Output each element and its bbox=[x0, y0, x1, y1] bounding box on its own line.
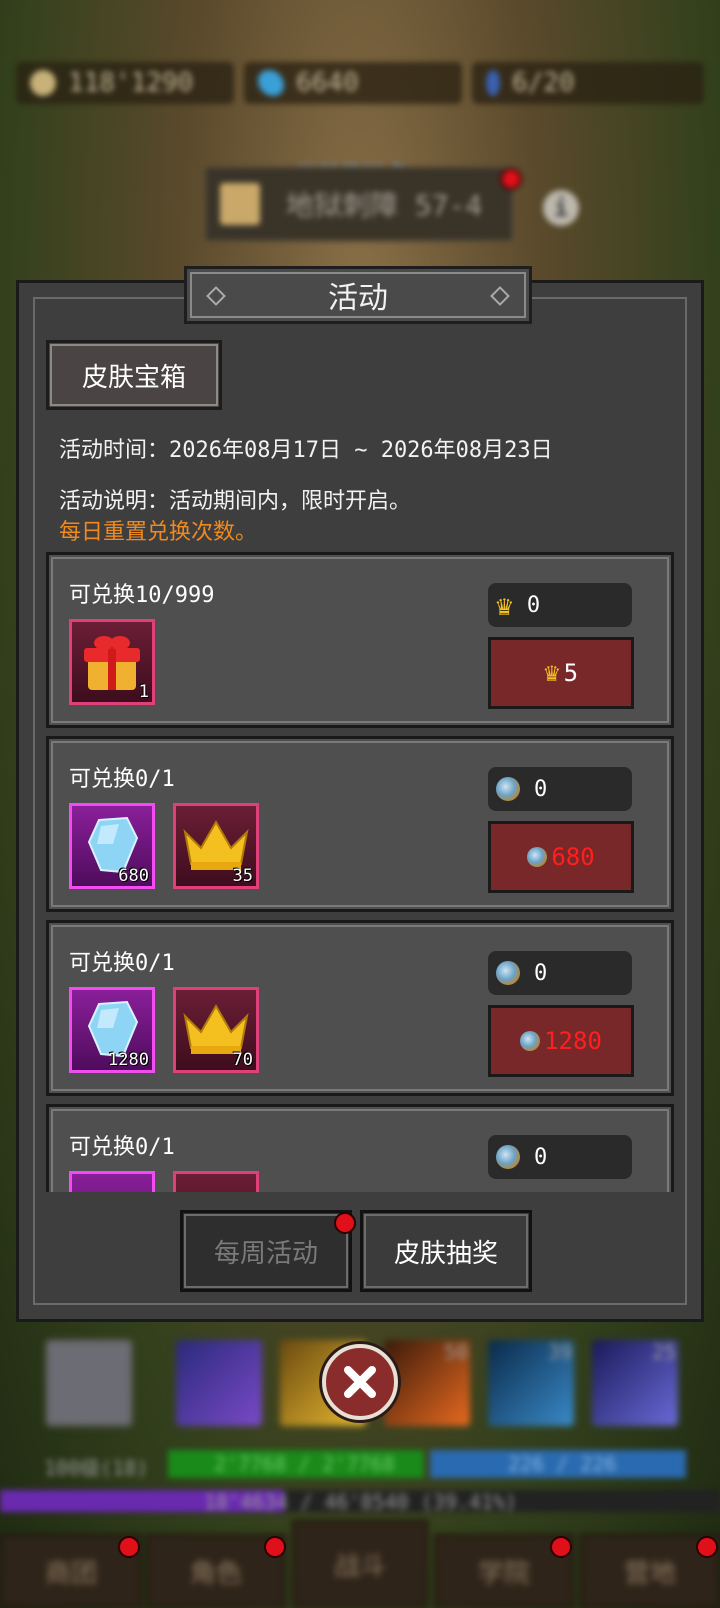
owned-amount: 0 bbox=[534, 960, 548, 986]
owned-amount: 0 bbox=[534, 1144, 548, 1170]
exchange-button[interactable]: 1280 bbox=[488, 1005, 634, 1077]
location-button[interactable]: 地狱刺障 57-4 bbox=[204, 166, 514, 242]
owned-currency: 0 bbox=[488, 1135, 632, 1179]
stamina-icon bbox=[486, 70, 500, 96]
title-ornament-left bbox=[206, 286, 226, 306]
weekly-activity-badge bbox=[334, 1212, 356, 1234]
location-badge bbox=[500, 168, 522, 190]
reward-item[interactable]: 680 bbox=[69, 803, 155, 889]
reward-qty: 70 bbox=[232, 1050, 253, 1070]
gold-resource: 118'1290 bbox=[16, 62, 234, 104]
nav-tab-battle[interactable]: 战斗 bbox=[292, 1520, 428, 1608]
exchange-card: 可兑换10/999 1 ♛ 0 ♛ 5 bbox=[46, 552, 674, 728]
orb-coin-icon bbox=[496, 777, 520, 801]
close-button[interactable] bbox=[322, 1344, 398, 1420]
owned-currency: 0 bbox=[488, 951, 632, 995]
exchange-count: 可兑换0/1 bbox=[69, 1135, 175, 1160]
gold-coin-icon bbox=[30, 70, 56, 96]
reward-item[interactable] bbox=[173, 1171, 259, 1192]
skin-lottery-tab[interactable]: 皮肤抽奖 bbox=[360, 1210, 532, 1292]
reward-item[interactable]: 1280 bbox=[69, 987, 155, 1073]
skill-slot-1 bbox=[176, 1340, 262, 1426]
exchange-count: 可兑换0/1 bbox=[69, 951, 175, 976]
weekly-activity-tab[interactable]: 每周活动 bbox=[180, 1210, 352, 1292]
reward-item[interactable]: 70 bbox=[173, 987, 259, 1073]
skill-level-3: 50 bbox=[444, 1340, 469, 1364]
nav-badge-character bbox=[264, 1536, 286, 1558]
activity-time: 活动时间：2026年08月17日 ~ 2026年08月23日 bbox=[59, 438, 553, 463]
skin-chest-tab[interactable]: 皮肤宝箱 bbox=[46, 340, 222, 410]
orb-coin-icon bbox=[520, 1031, 541, 1051]
exchange-card: 可兑换0/1 0 bbox=[46, 1104, 674, 1192]
exchange-price: 1280 bbox=[544, 1027, 602, 1055]
stamina-value: 6/20 bbox=[512, 68, 575, 98]
skill-level-4: 39 bbox=[548, 1340, 573, 1364]
reward-item[interactable]: 1 bbox=[69, 619, 155, 705]
reward-qty: 680 bbox=[118, 866, 149, 886]
exchange-card: 可兑换0/1 1280 70 0 1280 bbox=[46, 920, 674, 1096]
reset-note: 每日重置兑换次数。 bbox=[59, 520, 258, 545]
owned-currency: ♛ 0 bbox=[488, 583, 632, 627]
exchange-count: 可兑换10/999 bbox=[69, 583, 215, 608]
gold-value: 118'1290 bbox=[68, 68, 194, 98]
nav-badge-academy bbox=[550, 1536, 572, 1558]
reward-item[interactable]: 35 bbox=[173, 803, 259, 889]
close-icon bbox=[344, 1366, 376, 1398]
reward-qty: 1280 bbox=[108, 1050, 149, 1070]
gem-value: 6640 bbox=[296, 68, 359, 98]
nav-badge-camp bbox=[696, 1536, 718, 1558]
blue-gem-icon bbox=[258, 70, 284, 96]
stamina-resource: 6/20 bbox=[472, 62, 704, 104]
exchange-card: 可兑换0/1 680 35 0 680 bbox=[46, 736, 674, 912]
info-icon[interactable]: i bbox=[543, 190, 579, 226]
owned-currency: 0 bbox=[488, 767, 632, 811]
activity-description: 活动说明：活动期间内，限时开启。 bbox=[59, 489, 412, 514]
exchange-price: 5 bbox=[563, 659, 579, 687]
exchange-price: 680 bbox=[551, 843, 595, 871]
panel-title: 活动 bbox=[328, 281, 388, 316]
reward-item[interactable] bbox=[69, 1171, 155, 1192]
location-name: 地狱刺障 57-4 bbox=[286, 189, 483, 222]
player-level: 100级(18) bbox=[44, 1456, 149, 1480]
xp-text: 18'4634 / 46'8540 (39.41%) bbox=[204, 1490, 518, 1514]
gem-resource: 6640 bbox=[244, 62, 462, 104]
nav-badge-guild bbox=[118, 1536, 140, 1558]
exchange-button[interactable]: ♛ 5 bbox=[488, 637, 634, 709]
exchange-list[interactable]: 可兑换10/999 1 ♛ 0 ♛ 5 可兑换0/1 680 35 0 680 … bbox=[46, 552, 674, 1192]
map-book-icon bbox=[220, 183, 260, 225]
skill-level-5: 25 bbox=[652, 1340, 677, 1364]
crown-icon: ♛ bbox=[496, 588, 513, 622]
title-ornament-right bbox=[490, 286, 510, 306]
mp-text: 226 / 226 bbox=[508, 1452, 617, 1476]
orb-coin-icon bbox=[496, 961, 520, 985]
crown-icon: ♛ bbox=[543, 658, 560, 688]
orb-coin-icon bbox=[496, 1145, 520, 1169]
owned-amount: 0 bbox=[534, 776, 548, 802]
exchange-button[interactable]: 680 bbox=[488, 821, 634, 893]
gift-box-icon bbox=[84, 636, 140, 690]
orb-coin-icon bbox=[527, 847, 548, 867]
panel-title-plate: 活动 bbox=[184, 266, 532, 324]
hp-text: 2'7768 / 2'7768 bbox=[214, 1452, 395, 1476]
hero-portrait bbox=[46, 1340, 132, 1426]
owned-amount: 0 bbox=[526, 592, 541, 618]
exchange-count: 可兑换0/1 bbox=[69, 767, 175, 792]
reward-qty: 35 bbox=[232, 866, 253, 886]
reward-qty: 1 bbox=[138, 682, 149, 702]
